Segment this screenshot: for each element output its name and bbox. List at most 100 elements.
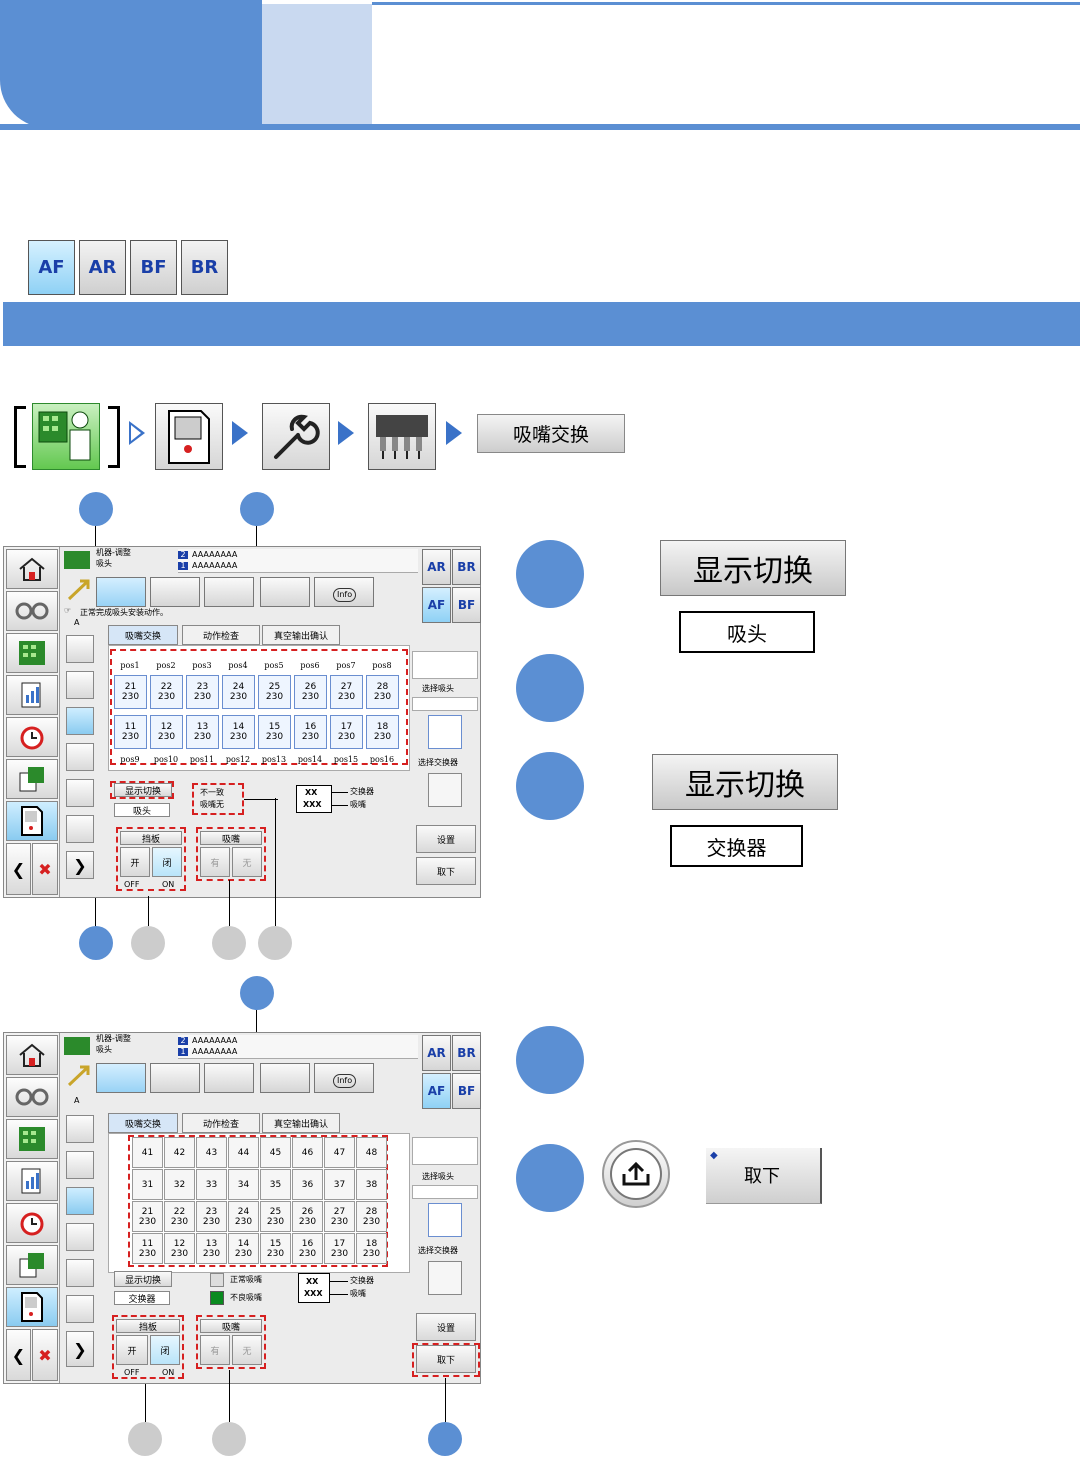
select-changer-button[interactable] <box>428 773 462 807</box>
changer-cell[interactable]: 17 230 <box>324 1233 355 1264</box>
nozzle-cell[interactable]: 11 230 <box>114 715 147 749</box>
changer-cell[interactable]: 44 <box>228 1137 259 1168</box>
changer-cell[interactable]: 36 <box>292 1169 323 1200</box>
board-doc-icon[interactable] <box>6 759 58 799</box>
nozzle-cell[interactable]: 13 230 <box>186 715 219 749</box>
wrench-tool-button[interactable] <box>96 1063 146 1093</box>
changer-cell[interactable]: 12 230 <box>164 1233 195 1264</box>
module-cell-br[interactable]: BR <box>452 1035 481 1071</box>
chevron-down-icon[interactable]: ❯ <box>66 851 94 879</box>
nozzle-cell[interactable]: 12 230 <box>150 715 183 749</box>
nozzle-cell[interactable]: 18 230 <box>366 715 399 749</box>
document-tool-button[interactable] <box>204 1063 254 1093</box>
changer-cell[interactable]: 23 230 <box>196 1201 227 1232</box>
module-button-ar[interactable]: AR <box>79 240 126 295</box>
alarm-clock-icon[interactable] <box>6 717 58 757</box>
nozzle-cell[interactable]: 26 230 <box>294 675 327 709</box>
nozzle-bank-icon[interactable] <box>66 1187 94 1215</box>
nozzle-cell[interactable]: 21 230 <box>114 675 147 709</box>
module-button-br[interactable]: BR <box>181 240 228 295</box>
remove-key-button[interactable] <box>602 1140 670 1208</box>
board-icon[interactable] <box>6 1119 58 1159</box>
changer-cell[interactable]: 33 <box>196 1169 227 1200</box>
tab-motion-check[interactable]: 动作检查 <box>182 1113 260 1133</box>
table-tool-button[interactable] <box>150 1063 200 1093</box>
changer-cell[interactable]: 45 <box>260 1137 291 1168</box>
changer-cell[interactable]: 25 230 <box>260 1201 291 1232</box>
changer-cell[interactable]: 18 230 <box>356 1233 387 1264</box>
display-switch-button[interactable]: 显示切换 <box>114 1271 172 1287</box>
nozzle-cell[interactable]: 17 230 <box>330 715 363 749</box>
gear-icon[interactable] <box>6 1077 58 1117</box>
changer-cell[interactable]: 28 230 <box>356 1201 387 1232</box>
document-tool-button[interactable] <box>204 577 254 607</box>
nozzle-cell[interactable]: 15 230 <box>258 715 291 749</box>
nozzle-bank-icon[interactable] <box>368 403 436 470</box>
select-head-button[interactable] <box>428 1203 462 1237</box>
changer-cell[interactable]: 47 <box>324 1137 355 1168</box>
set-button[interactable]: 设置 <box>416 1313 476 1341</box>
set-button[interactable]: 设置 <box>416 825 476 853</box>
wrench-icon[interactable] <box>66 1151 94 1179</box>
nozzle-cell[interactable]: 24 230 <box>222 675 255 709</box>
home-icon[interactable] <box>6 1035 58 1075</box>
wrench-tool-button[interactable] <box>96 577 146 607</box>
changer-cell[interactable]: 15 230 <box>260 1233 291 1264</box>
module-cell-bf[interactable]: BF <box>452 1073 481 1109</box>
changer-cell[interactable]: 13 230 <box>196 1233 227 1264</box>
remove-large-button[interactable]: ◆ 取下 <box>706 1148 822 1204</box>
changer-cell[interactable]: 48 <box>356 1137 387 1168</box>
board-doc-icon[interactable] <box>6 1245 58 1285</box>
board-icon[interactable] <box>6 633 58 673</box>
changer-cell[interactable]: 34 <box>228 1169 259 1200</box>
camera-icon[interactable] <box>66 1259 94 1287</box>
nozzle-cell[interactable]: 14 230 <box>222 715 255 749</box>
changer-cell[interactable]: 43 <box>196 1137 227 1168</box>
module-cell-af[interactable]: AF <box>422 1073 451 1109</box>
module-cell-af[interactable]: AF <box>422 587 451 623</box>
changer-cell[interactable]: 46 <box>292 1137 323 1168</box>
nozzle-cell[interactable]: 28 230 <box>366 675 399 709</box>
close-icon[interactable]: ✖ <box>32 843 58 895</box>
head-unit-icon[interactable] <box>155 403 223 470</box>
tab-vacuum-check[interactable]: 真空输出确认 <box>262 625 340 645</box>
alarm-clock-icon[interactable] <box>6 1203 58 1243</box>
changer-cell[interactable]: 38 <box>356 1169 387 1200</box>
tray-icon[interactable] <box>66 1295 94 1323</box>
report-icon[interactable] <box>6 1161 58 1201</box>
info-button[interactable]: Info <box>314 577 374 607</box>
nozzle-cell[interactable]: 16 230 <box>294 715 327 749</box>
module-cell-ar[interactable]: AR <box>422 549 451 585</box>
nozzle-bank-icon[interactable] <box>66 707 94 735</box>
changer-cell[interactable]: 41 <box>132 1137 163 1168</box>
nozzle-cell[interactable]: 23 230 <box>186 675 219 709</box>
select-head-button[interactable] <box>428 715 462 749</box>
nozzle-cell[interactable]: 25 230 <box>258 675 291 709</box>
changer-cell[interactable]: 24 230 <box>228 1201 259 1232</box>
remove-button[interactable]: 取下 <box>416 857 476 885</box>
chevron-down-icon[interactable]: ❯ <box>66 1331 94 1367</box>
home-icon[interactable] <box>6 549 58 589</box>
nozzle-exchange-button[interactable]: 吸嘴交换 <box>477 414 625 453</box>
tab-vacuum-check[interactable]: 真空输出确认 <box>262 1113 340 1133</box>
display-switch-large-button[interactable]: 显示切换 <box>660 540 846 596</box>
display-switch-large-button[interactable]: 显示切换 <box>652 754 838 810</box>
tray-icon[interactable] <box>66 815 94 843</box>
head-unit-icon[interactable] <box>6 801 58 841</box>
nozzle-cell[interactable]: 22 230 <box>150 675 183 709</box>
info-button[interactable]: Info <box>314 1063 374 1093</box>
head-unit-icon[interactable] <box>6 1287 58 1327</box>
changer-cell[interactable]: 27 230 <box>324 1201 355 1232</box>
head-unit-icon[interactable] <box>66 635 94 663</box>
changer-cell[interactable]: 35 <box>260 1169 291 1200</box>
board-tool-button[interactable] <box>260 577 310 607</box>
module-cell-br[interactable]: BR <box>452 549 481 585</box>
gear-icon[interactable] <box>6 591 58 631</box>
changer-cell[interactable]: 26 230 <box>292 1201 323 1232</box>
module-button-af[interactable]: AF <box>28 240 75 295</box>
feeder-icon[interactable] <box>66 1223 94 1251</box>
module-button-bf[interactable]: BF <box>130 240 177 295</box>
tab-nozzle-exchange[interactable]: 吸嘴交换 <box>108 625 178 645</box>
nozzle-cell[interactable]: 27 230 <box>330 675 363 709</box>
tab-nozzle-exchange[interactable]: 吸嘴交换 <box>108 1113 178 1133</box>
